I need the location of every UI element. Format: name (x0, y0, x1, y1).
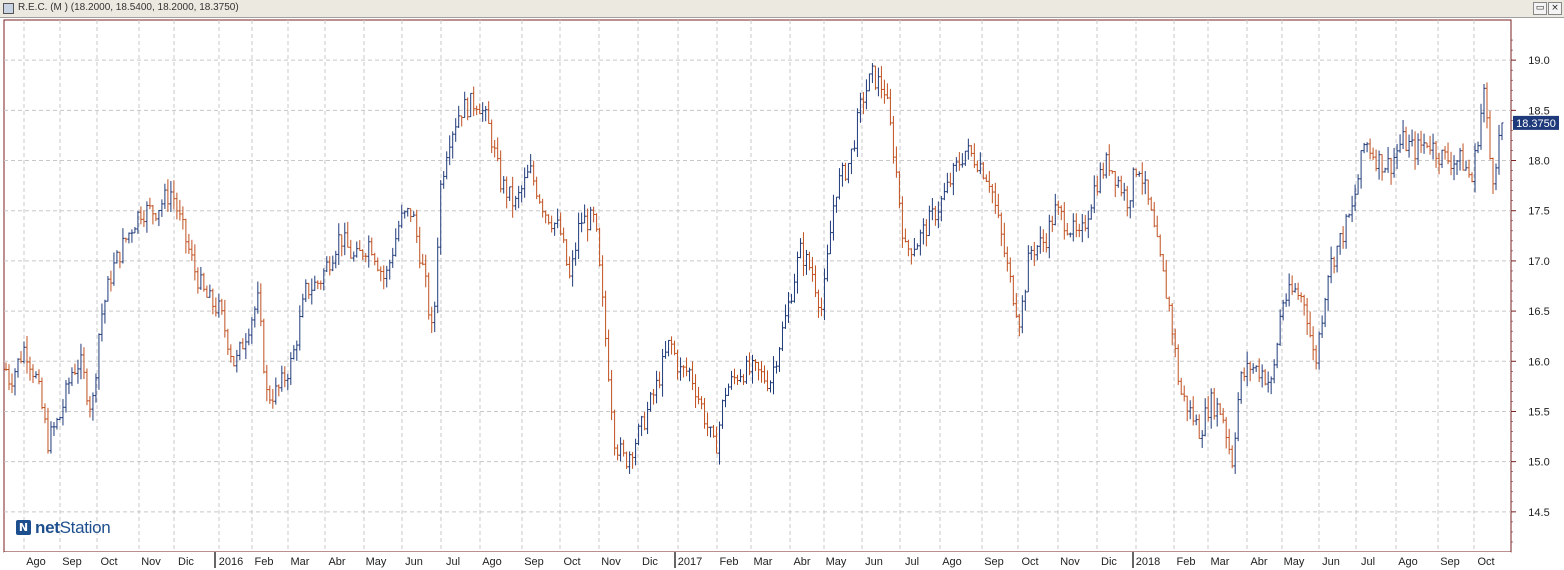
x-tick-label: 2018 (1136, 556, 1160, 568)
x-tick-label: Sep (984, 556, 1004, 568)
x-tick-label: Nov (141, 556, 161, 568)
last-price-label: 18.3750 (1516, 118, 1556, 130)
window-title: R.E.C. (M ) (18.2000, 18.5400, 18.2000, … (18, 2, 239, 13)
x-tick-label: Oct (563, 556, 580, 568)
x-tick-label: Mar (291, 556, 310, 568)
x-tick-label: Ago (482, 556, 502, 568)
x-tick-label: Jun (1322, 556, 1340, 568)
plot-area (3, 19, 1512, 553)
price-chart[interactable]: 14.5 15.0 15.5 16.0 16.5 17.0 17.5 18.0 18.5 19.0… (0, 17, 1564, 570)
y-tick-label: 18.5 (1528, 105, 1549, 117)
x-tick-label: Jun (865, 556, 883, 568)
x-tick-label: Mar (1211, 556, 1230, 568)
netstation-logo-icon: N (16, 520, 31, 535)
x-tick-label: Ago (26, 556, 46, 568)
restore-icon[interactable]: ▭ (1533, 2, 1547, 15)
x-tick-label: Oct (100, 556, 117, 568)
x-tick-label: Ago (942, 556, 962, 568)
x-tick-label: Feb (1177, 556, 1196, 568)
y-tick-label: 16.0 (1528, 356, 1549, 368)
x-tick-label: 2017 (678, 556, 702, 568)
x-tick-label: Feb (720, 556, 739, 568)
x-tick-label: Dic (178, 556, 194, 568)
x-tick-label: Sep (62, 556, 82, 568)
x-tick-label: Oct (1021, 556, 1038, 568)
x-tick-label: May (826, 556, 847, 568)
x-tick-label: Sep (1440, 556, 1460, 568)
y-tick-label: 16.5 (1528, 306, 1549, 318)
x-tick-label: 2016 (219, 556, 243, 568)
netstation-logo-text: netStation (35, 518, 111, 537)
y-tick-label: 15.5 (1528, 406, 1549, 418)
close-icon[interactable]: × (1548, 2, 1562, 15)
y-tick-label: 19.0 (1528, 55, 1549, 67)
y-tick-label: 17.0 (1528, 256, 1549, 268)
x-tick-label: Dic (1101, 556, 1117, 568)
x-tick-label: Jul (905, 556, 919, 568)
x-tick-label: Jul (446, 556, 460, 568)
x-tick-label: Mar (754, 556, 773, 568)
window-menu-icon[interactable] (3, 3, 14, 14)
x-tick-label: Jun (405, 556, 423, 568)
x-tick-label: Oct (1477, 556, 1494, 568)
x-tick-label: May (1284, 556, 1305, 568)
chart-window: R.E.C. (M ) (18.2000, 18.5400, 18.2000, … (0, 0, 1564, 570)
x-tick-label: Abr (328, 556, 345, 568)
y-tick-label: 17.5 (1528, 206, 1549, 218)
x-tick-label: May (366, 556, 387, 568)
y-tick-label: 18.0 (1528, 156, 1549, 168)
x-tick-label: Ago (1398, 556, 1418, 568)
x-tick-label: Dic (642, 556, 658, 568)
y-tick-label: 15.0 (1528, 457, 1549, 469)
y-tick-label: 14.5 (1528, 507, 1549, 519)
x-tick-label: Abr (1250, 556, 1267, 568)
title-bar[interactable]: R.E.C. (M ) (18.2000, 18.5400, 18.2000, … (0, 0, 1564, 18)
x-tick-label: Jul (1361, 556, 1375, 568)
x-tick-label: Nov (601, 556, 621, 568)
x-tick-label: Sep (524, 556, 544, 568)
x-tick-label: Abr (793, 556, 810, 568)
x-tick-label: Nov (1060, 556, 1080, 568)
x-tick-label: Feb (255, 556, 274, 568)
